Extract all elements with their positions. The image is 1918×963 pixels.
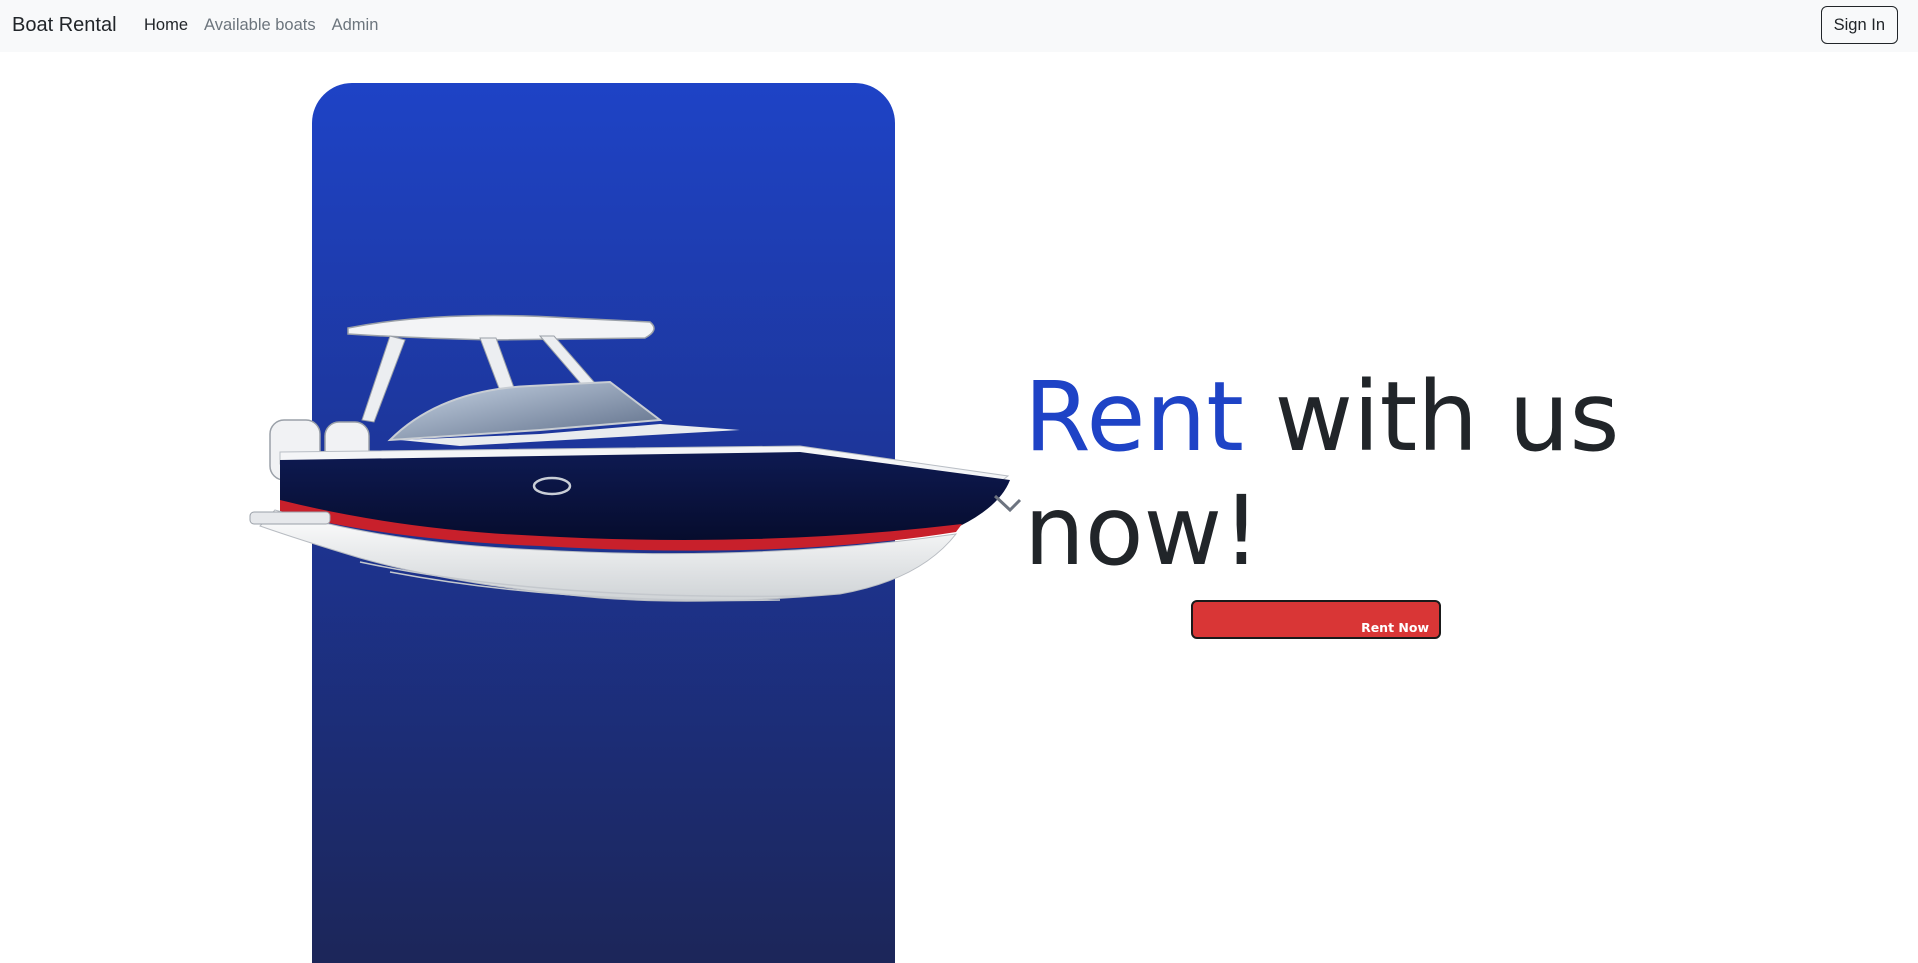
nav-link-home[interactable]: Home: [144, 15, 188, 35]
nav-link-admin[interactable]: Admin: [332, 15, 379, 35]
sign-in-button[interactable]: Sign In: [1820, 6, 1898, 44]
hero-headline: Rent with us now!: [1024, 360, 1624, 588]
nav-link-available-boats[interactable]: Available boats: [204, 15, 316, 35]
nav-links: Home Available boats Admin: [144, 15, 394, 35]
navbar: Boat Rental Home Available boats Admin S…: [0, 0, 1918, 52]
headline-accent: Rent: [1024, 361, 1244, 473]
rent-now-button[interactable]: Rent Now: [1191, 600, 1441, 639]
boat-image: [249, 314, 1022, 602]
brand-link[interactable]: Boat Rental: [12, 12, 117, 38]
